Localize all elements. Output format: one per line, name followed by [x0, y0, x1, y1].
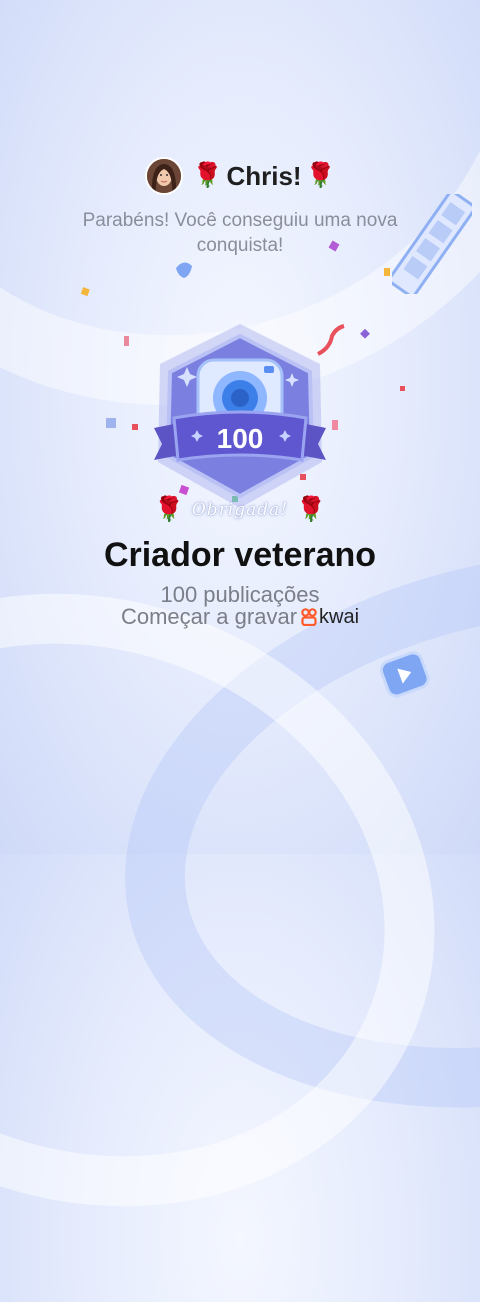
kwai-brand: kwai [319, 605, 360, 628]
signature-text: Obrigada! [191, 500, 289, 520]
rose-icon: 🌹 [153, 496, 184, 523]
start-recording-link[interactable]: Começar a gravar kwai [0, 604, 480, 630]
kwai-logo: kwai [301, 606, 359, 629]
start-recording-label: Começar a gravar [120, 604, 298, 629]
signature: 🌹 Obrigada! 🌹 [0, 498, 480, 522]
camera-badge-icon: 100 [154, 324, 326, 508]
badge-number: 100 [217, 423, 264, 454]
kwai-logo-icon [301, 608, 317, 626]
achievement-title: Criador veterano [103, 536, 377, 574]
rose-icon: 🌹 [296, 496, 327, 523]
